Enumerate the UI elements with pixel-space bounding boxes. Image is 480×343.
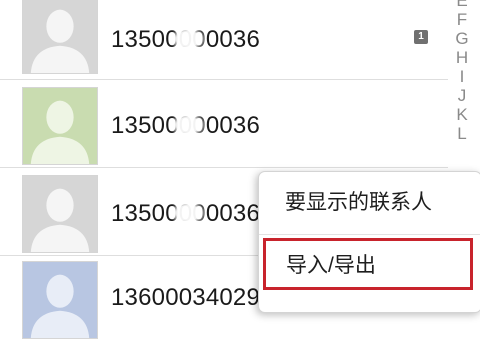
person-silhouette-icon [23,88,97,164]
redaction-mark [170,27,206,51]
menu-item-show-contacts[interactable]: 要显示的联系人 [259,174,480,232]
index-letter[interactable]: G [450,29,474,48]
avatar [22,175,98,253]
person-silhouette-icon [23,0,97,73]
alphabet-index[interactable]: E F G H I J K L [450,0,474,181]
index-letter[interactable]: E [450,0,474,10]
index-letter[interactable]: J [450,86,474,105]
index-letter[interactable]: I [450,67,474,86]
avatar [22,261,98,339]
index-letter[interactable]: F [450,10,474,29]
index-letter[interactable]: K [450,105,474,124]
sim-badge: 1 [414,30,428,44]
contact-row[interactable]: 13500000036 [0,79,448,168]
index-letter[interactable]: L [450,124,474,143]
person-silhouette-icon [23,176,97,252]
redaction-mark [170,201,206,225]
menu-divider [259,234,480,235]
index-letter[interactable]: H [450,48,474,67]
avatar [22,0,98,74]
contact-row[interactable]: 13500000036 1 [0,0,448,80]
avatar [22,87,98,165]
contact-number: 13600034029 [111,284,261,311]
options-menu: 要显示的联系人 导入/导出 [258,171,480,313]
menu-item-import-export[interactable]: 导入/导出 [263,238,473,290]
person-silhouette-icon [23,262,97,338]
redaction-mark [170,113,206,137]
